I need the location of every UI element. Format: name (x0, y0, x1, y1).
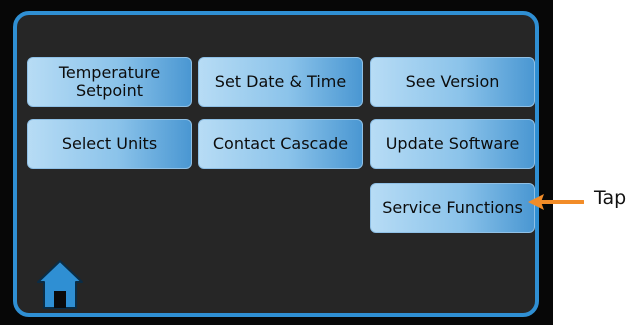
update-software-button[interactable]: Update Software (370, 119, 535, 169)
device-frame: Temperature Setpoint Set Date & Time See… (0, 0, 553, 325)
see-version-label: See Version (405, 72, 500, 91)
contact-cascade-button[interactable]: Contact Cascade (198, 119, 363, 169)
contact-cascade-label: Contact Cascade (212, 134, 349, 153)
home-icon[interactable] (36, 258, 84, 310)
set-date-time-button[interactable]: Set Date & Time (198, 57, 363, 107)
tap-annotation-label: Tap (594, 187, 627, 209)
service-functions-label: Service Functions (382, 198, 523, 217)
tap-arrow-icon (528, 194, 584, 210)
select-units-button[interactable]: Select Units (27, 119, 192, 169)
see-version-button[interactable]: See Version (370, 57, 535, 107)
temperature-setpoint-button[interactable]: Temperature Setpoint (27, 57, 192, 107)
update-software-label: Update Software (385, 134, 520, 153)
temperature-setpoint-label: Temperature Setpoint (58, 63, 161, 100)
select-units-label: Select Units (61, 134, 158, 153)
service-functions-button[interactable]: Service Functions (370, 183, 535, 233)
set-date-time-label: Set Date & Time (214, 72, 347, 91)
